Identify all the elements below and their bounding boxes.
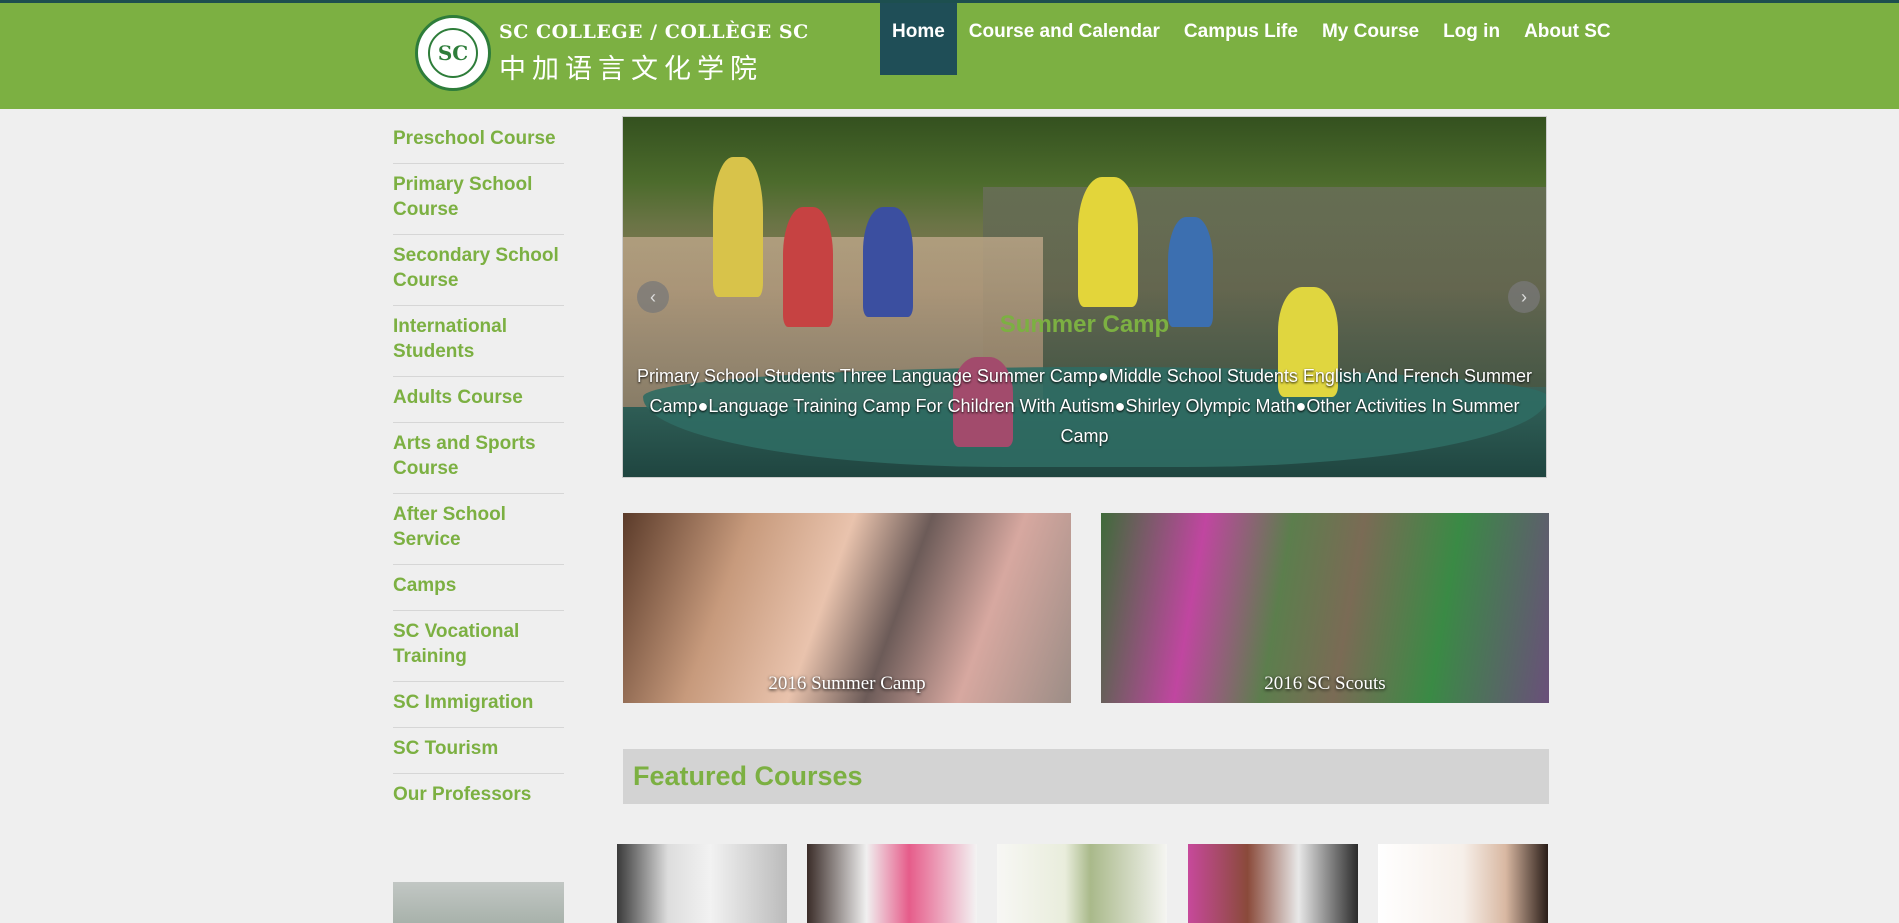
featured-course-thumbnail[interactable] [807,844,977,923]
sidebar-item-after-school-service[interactable]: After School Service [393,494,564,565]
carousel-prev-icon[interactable]: ‹ [637,281,669,313]
photo-card-caption: 2016 Summer Camp [768,673,926,694]
sidebar-item-adults-course[interactable]: Adults Course [393,377,564,423]
photo-card-caption: 2016 SC Scouts [1264,673,1386,694]
featured-course-thumbnail[interactable] [997,844,1167,923]
sidebar-item-secondary-school-course[interactable]: Secondary School Course [393,235,564,306]
hero-photo-lake [983,187,1546,387]
photo-card-summer-camp[interactable]: 2016 Summer Camp [623,513,1071,703]
site-header: SC SC COLLEGE / COLLÈGE SC 中加语言文化学院 Home… [0,3,1899,109]
featured-course-thumbnail[interactable] [1188,844,1358,923]
carousel-next-icon[interactable]: › [1508,281,1540,313]
sidebar-item-primary-school-course[interactable]: Primary School Course [393,164,564,235]
photo-card-sc-scouts[interactable]: 2016 SC Scouts [1101,513,1549,703]
nav-my-course[interactable]: My Course [1310,3,1431,75]
nav-about-sc[interactable]: About SC [1512,3,1623,75]
hero-photo-figure [1078,177,1138,307]
sidebar-image[interactable] [393,882,564,923]
sidebar-item-our-professors[interactable]: Our Professors [393,774,564,819]
featured-courses-heading: Featured Courses [633,761,863,791]
logo-text: SC COLLEGE / COLLÈGE SC 中加语言文化学院 [499,21,809,86]
nav-log-in[interactable]: Log in [1431,3,1512,75]
sidebar-item-camps[interactable]: Camps [393,565,564,611]
featured-course-thumbnail[interactable] [617,844,787,923]
nav-home[interactable]: Home [880,3,957,75]
sidebar-item-sc-vocational-training[interactable]: SC Vocational Training [393,611,564,682]
logo-english-name: SC COLLEGE / COLLÈGE SC [499,20,809,43]
logo-seal-text: SC [428,28,478,78]
sidebar-item-international-students[interactable]: International Students [393,306,564,377]
hero-photo-figure [783,207,833,327]
logo-chinese-name: 中加语言文化学院 [499,53,763,84]
logo-seal-icon: SC [415,15,491,91]
featured-courses-header: Featured Courses [623,749,1549,804]
hero-photo-figure [863,207,913,317]
sidebar-item-arts-and-sports-course[interactable]: Arts and Sports Course [393,423,564,494]
sidebar: Preschool Course Primary School Course S… [393,118,564,819]
sidebar-item-preschool-course[interactable]: Preschool Course [393,118,564,164]
nav-campus-life[interactable]: Campus Life [1172,3,1310,75]
featured-course-thumbnail[interactable] [1378,844,1548,923]
nav-course-and-calendar[interactable]: Course and Calendar [957,3,1172,75]
hero-carousel[interactable]: ‹ › Summer Camp Primary School Students … [622,116,1547,478]
hero-photo-figure [713,157,763,297]
sidebar-item-sc-immigration[interactable]: SC Immigration [393,682,564,728]
main-nav: Home Course and Calendar Campus Life My … [880,3,1623,75]
site-logo[interactable]: SC SC COLLEGE / COLLÈGE SC 中加语言文化学院 [415,15,809,91]
hero-title: Summer Camp [999,311,1170,338]
hero-description: Primary School Students Three Language S… [637,366,1532,446]
sidebar-item-sc-tourism[interactable]: SC Tourism [393,728,564,774]
